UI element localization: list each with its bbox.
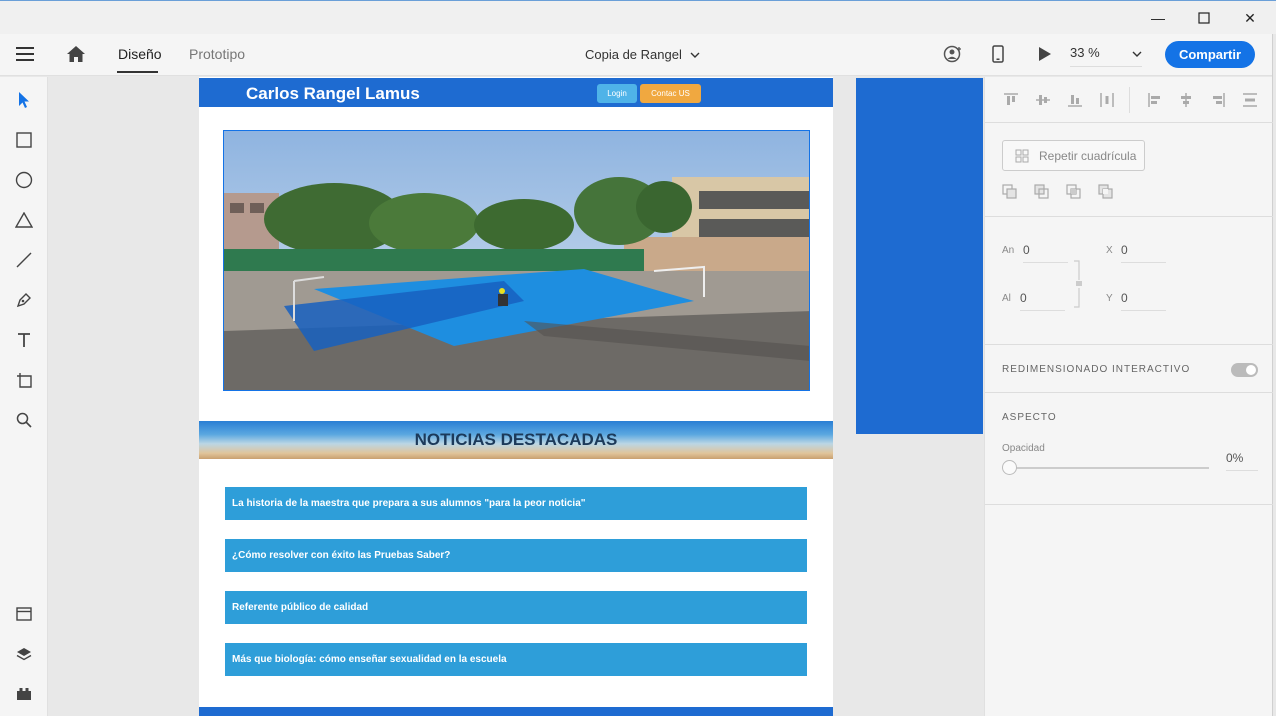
transform-section — [985, 217, 1273, 345]
align-bottom-icon[interactable] — [1067, 92, 1083, 108]
artboard-tool-icon[interactable] — [12, 368, 36, 392]
window-titlebar: — ✕ — [0, 0, 1276, 34]
width-field[interactable]: 0 — [1023, 243, 1068, 263]
responsive-resize-toggle[interactable] — [1231, 363, 1258, 377]
distribute-horizontal-icon[interactable] — [1099, 92, 1115, 108]
news-item[interactable]: La historia de la maestra que prepara a … — [225, 487, 807, 520]
width-label: An — [1002, 245, 1015, 256]
design-canvas[interactable]: Carlos Rangel Lamus Login Contac US NOTI… — [48, 77, 984, 716]
maximize-icon — [1198, 12, 1210, 24]
height-field[interactable]: 0 — [1020, 291, 1065, 311]
contact-button[interactable]: Contac US — [640, 84, 701, 103]
news-item[interactable]: Más que biología: cómo enseñar sexualida… — [225, 643, 807, 676]
opacity-slider-track[interactable] — [1013, 467, 1209, 469]
site-title: Carlos Rangel Lamus — [246, 84, 420, 103]
news-heading-banner[interactable]: NOTICIAS DESTACADAS — [199, 421, 833, 459]
boolean-exclude-icon[interactable] — [1098, 184, 1114, 200]
secondary-artboard[interactable] — [856, 78, 983, 434]
chevron-down-icon — [1132, 51, 1142, 57]
opacity-label: Opacidad — [1002, 443, 1045, 454]
align-left-icon[interactable] — [1147, 92, 1163, 108]
zoom-value: 33 % — [1070, 45, 1100, 60]
align-top-icon[interactable] — [1003, 92, 1019, 108]
distribute-vertical-icon[interactable] — [1242, 92, 1258, 108]
align-right-icon[interactable] — [1210, 92, 1226, 108]
polygon-tool-icon[interactable] — [12, 208, 36, 232]
responsive-resize-label: REDIMENSIONADO INTERACTIVO — [1002, 364, 1191, 375]
tab-design[interactable]: Diseño — [118, 46, 162, 62]
tab-prototype[interactable]: Prototipo — [189, 46, 245, 62]
chevron-down-icon — [690, 52, 700, 58]
repeat-grid-label: Repetir cuadrícula — [1039, 148, 1137, 163]
site-footer-bar[interactable] — [199, 707, 833, 716]
repeat-grid-button[interactable]: Repetir cuadrícula — [1002, 140, 1145, 171]
align-middle-icon[interactable] — [1035, 92, 1051, 108]
login-button[interactable]: Login — [597, 84, 637, 103]
boolean-intersect-icon[interactable] — [1066, 184, 1082, 200]
assets-panel-icon[interactable] — [12, 602, 36, 626]
plugins-panel-icon[interactable] — [12, 682, 36, 706]
artboard[interactable]: Carlos Rangel Lamus Login Contac US NOTI… — [199, 77, 833, 716]
appearance-heading: ASPECTO — [1002, 412, 1057, 423]
news-heading: NOTICIAS DESTACADAS — [414, 430, 618, 449]
y-field[interactable]: 0 — [1121, 291, 1166, 311]
left-toolbar — [0, 77, 48, 716]
share-user-icon[interactable] — [943, 45, 963, 68]
minimize-button[interactable]: — — [1135, 1, 1181, 35]
boolean-subtract-icon[interactable] — [1034, 184, 1050, 200]
y-label: Y — [1106, 293, 1113, 304]
opacity-slider-handle[interactable] — [1002, 460, 1017, 475]
close-button[interactable]: ✕ — [1227, 1, 1273, 35]
boolean-add-icon[interactable] — [1002, 184, 1018, 200]
news-item[interactable]: ¿Cómo resolver con éxito las Pruebas Sab… — [225, 539, 807, 572]
hero-image[interactable] — [223, 130, 810, 391]
pen-tool-icon[interactable] — [12, 288, 36, 312]
text-tool-icon[interactable] — [12, 328, 36, 352]
hamburger-menu-icon[interactable] — [16, 46, 34, 67]
properties-panel: Repetir cuadrícula An 0 Al 0 X 0 Y 0 RED… — [984, 77, 1273, 716]
zoom-tool-icon[interactable] — [12, 408, 36, 432]
rectangle-tool-icon[interactable] — [12, 128, 36, 152]
align-section — [985, 77, 1273, 123]
app-header: Diseño Prototipo Copia de Rangel 33 % Co… — [0, 34, 1276, 76]
select-tool-icon[interactable] — [12, 88, 36, 112]
mobile-preview-icon[interactable] — [992, 45, 1004, 68]
document-title-label: Copia de Rangel — [585, 47, 682, 62]
layers-panel-icon[interactable] — [12, 642, 36, 666]
opacity-field[interactable]: 0% — [1226, 451, 1258, 471]
height-label: Al — [1002, 293, 1011, 304]
site-header[interactable]: Carlos Rangel Lamus Login Contac US — [199, 78, 833, 107]
news-item[interactable]: Referente público de calidad — [225, 591, 807, 624]
align-center-icon[interactable] — [1178, 92, 1194, 108]
toolbar-divider — [1129, 87, 1130, 113]
maximize-button[interactable] — [1181, 1, 1227, 35]
ellipse-tool-icon[interactable] — [12, 168, 36, 192]
active-tab-indicator — [117, 71, 158, 73]
school-pool-photo — [224, 131, 809, 390]
share-button[interactable]: Compartir — [1165, 41, 1255, 68]
x-label: X — [1106, 245, 1113, 256]
lock-aspect-icon[interactable] — [1073, 260, 1083, 308]
line-tool-icon[interactable] — [12, 248, 36, 272]
document-title[interactable]: Copia de Rangel — [585, 47, 700, 62]
x-field[interactable]: 0 — [1121, 243, 1166, 263]
grid-icon — [1015, 149, 1029, 162]
play-preview-icon[interactable] — [1038, 46, 1052, 67]
zoom-select[interactable]: 33 % — [1070, 45, 1142, 67]
home-icon[interactable] — [66, 45, 86, 68]
